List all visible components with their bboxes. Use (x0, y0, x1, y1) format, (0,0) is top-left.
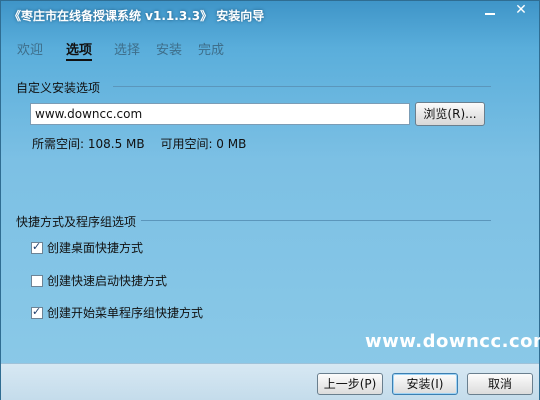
step-install: 安装 (156, 43, 183, 58)
watermark-text: www.downcc.com (365, 331, 540, 352)
step-welcome: 欢迎 (17, 43, 44, 58)
step-select: 选择 (114, 43, 141, 58)
required-space-text: 所需空间: 108.5 MB (32, 137, 145, 151)
window-title: 《枣庄市在线备授课系统 v1.1.3.3》 安装向导 (9, 9, 265, 23)
button-bar: 上一步(P) 安装(I) 取消 (1, 363, 539, 400)
minimize-button[interactable] (475, 1, 505, 21)
quicklaunch-shortcut-label[interactable]: 创建快速启动快捷方式 (47, 274, 167, 288)
step-finish: 完成 (198, 43, 225, 58)
desktop-shortcut-label[interactable]: 创建桌面快捷方式 (47, 241, 143, 255)
shortcuts-group-title: 快捷方式及程序组选项 (16, 215, 137, 229)
step-options: 选项 (66, 39, 93, 61)
installer-window: 《枣庄市在线备授课系统 v1.1.3.3》 安装向导 ✕ 欢迎 选项 选择 安装… (0, 0, 540, 400)
install-path-input[interactable] (30, 103, 410, 125)
close-icon: ✕ (515, 2, 527, 18)
quicklaunch-shortcut-option[interactable]: 创建快速启动快捷方式 (31, 272, 167, 288)
browse-button[interactable]: 浏览(R)... (415, 102, 485, 126)
install-button[interactable]: 安装(I) (392, 373, 458, 395)
available-space-text: 可用空间: 0 MB (160, 137, 247, 151)
startmenu-shortcut-label[interactable]: 创建开始菜单程序组快捷方式 (47, 306, 203, 320)
startmenu-shortcut-option[interactable]: 创建开始菜单程序组快捷方式 (31, 304, 203, 320)
desktop-shortcut-option[interactable]: 创建桌面快捷方式 (31, 239, 143, 255)
desktop-shortcut-checkbox[interactable] (31, 240, 43, 254)
back-button[interactable]: 上一步(P) (317, 373, 383, 395)
install-options-group-title: 自定义安装选项 (16, 81, 101, 95)
disk-space-info: 所需空间: 108.5 MB 可用空间: 0 MB (32, 135, 246, 152)
quicklaunch-shortcut-checkbox[interactable] (31, 274, 43, 287)
title-bar[interactable]: 《枣庄市在线备授课系统 v1.1.3.3》 安装向导 ✕ (1, 1, 540, 27)
startmenu-shortcut-checkbox[interactable] (31, 305, 43, 319)
minimize-icon (485, 13, 495, 15)
shortcuts-divider (141, 220, 491, 221)
cancel-button[interactable]: 取消 (467, 373, 533, 395)
install-options-divider (113, 86, 491, 87)
close-button[interactable]: ✕ (505, 1, 537, 21)
